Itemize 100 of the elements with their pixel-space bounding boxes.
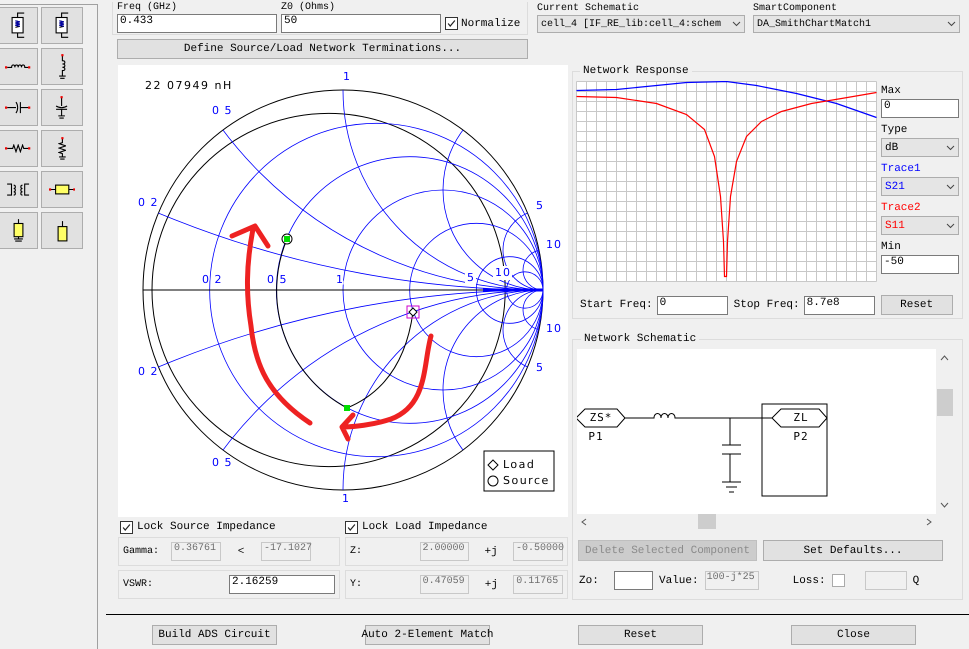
field-label: Type — [881, 124, 908, 136]
field-label: Trace1 — [881, 163, 922, 175]
component-button[interactable] — [0, 89, 38, 126]
scroll-up-icon[interactable] — [940, 355, 949, 361]
checkbox[interactable] — [832, 574, 845, 587]
grid-label: 1 — [343, 70, 351, 84]
field-label: Min — [881, 241, 902, 253]
load-port-symbol[interactable] — [771, 408, 828, 428]
grid-label: 5 — [536, 199, 544, 212]
transmission-line-icon — [48, 184, 76, 195]
component-button[interactable] — [41, 7, 83, 44]
inductor-icon — [58, 53, 66, 80]
input-field[interactable] — [614, 571, 653, 590]
field-label: Freq (GHz) — [117, 2, 178, 14]
shunt-capacitor-drawing[interactable] — [722, 418, 742, 492]
input-field[interactable]: 0.433 — [117, 14, 277, 33]
stub-icon — [56, 220, 68, 242]
scroll-down-icon[interactable] — [940, 502, 949, 508]
field-label: Max — [881, 85, 902, 97]
grid-label: 5 — [536, 361, 544, 374]
input-field[interactable]: 8.7e8 — [804, 296, 875, 314]
dialog-button[interactable]: Build ADS Circuit — [152, 625, 277, 645]
component-button[interactable] — [41, 48, 83, 85]
field-label: SmartComponent — [753, 3, 838, 15]
grid-label: 10 — [546, 322, 562, 336]
two-port-icon — [54, 12, 70, 39]
set-defaults-button[interactable]: Set Defaults... — [763, 540, 943, 561]
imaginary-unit: +j — [484, 578, 499, 590]
field-label: Current Schematic — [537, 3, 640, 15]
load-marker[interactable] — [406, 306, 420, 318]
caret-icon — [732, 21, 741, 27]
inductor-icon — [4, 62, 32, 70]
input-field[interactable]: 2.16259 — [229, 575, 335, 594]
grid-label: 10 — [546, 238, 562, 252]
scroll-left-icon[interactable] — [581, 518, 588, 526]
stub-icon — [12, 218, 24, 243]
two-port-icon — [10, 12, 26, 39]
scrollbar-thumb[interactable] — [698, 514, 716, 529]
load-block[interactable] — [762, 404, 828, 496]
scrollbar-thumb[interactable] — [936, 389, 952, 416]
input-field[interactable]: 0 — [656, 296, 728, 314]
checkbox[interactable] — [445, 17, 458, 30]
component-button[interactable] — [41, 171, 83, 208]
transformer-icon — [6, 182, 30, 196]
caret-icon — [946, 184, 955, 190]
field-label: Q — [912, 574, 920, 586]
inductor-wire[interactable] — [624, 413, 772, 418]
dialog-button[interactable]: Reset — [578, 625, 703, 645]
dropdown[interactable]: S21 — [881, 177, 959, 196]
field-label: Loss: — [792, 574, 826, 586]
grid-label: 1 — [342, 492, 350, 506]
group-title: Network Schematic — [583, 333, 698, 345]
component-button[interactable] — [41, 89, 83, 126]
legend-label: Source — [503, 474, 550, 488]
component-button[interactable] — [0, 130, 38, 167]
caret-icon — [947, 21, 956, 27]
input-field[interactable]: 0 — [881, 99, 959, 118]
input-field[interactable]: 50 — [281, 14, 441, 33]
field-label: Z0 (Ohms) — [281, 2, 336, 14]
source-port-symbol[interactable] — [577, 408, 626, 428]
component-button[interactable] — [0, 48, 38, 85]
source-marker[interactable] — [282, 234, 292, 244]
caret-icon — [946, 144, 955, 150]
field-label: Gamma: — [123, 546, 160, 557]
dropdown[interactable]: DA_SmithChartMatch1 — [753, 15, 960, 33]
checkbox-label: Lock Source Impedance — [137, 521, 276, 533]
match-point-marker — [344, 405, 350, 411]
component-button[interactable] — [0, 171, 38, 208]
capacitor-icon — [55, 95, 69, 120]
grid-label: 0 2 — [138, 196, 158, 210]
component-button[interactable] — [0, 212, 38, 249]
field-label: Start Freq: — [580, 299, 653, 311]
imaginary-unit: +j — [484, 546, 499, 558]
reset-button[interactable]: Reset — [880, 295, 953, 315]
dropdown[interactable]: dB — [881, 138, 959, 157]
grid-label: 0 2 — [202, 273, 222, 286]
input-field[interactable]: -50 — [881, 255, 959, 274]
dialog-button[interactable]: Close — [791, 625, 916, 645]
grid-label: 0 2 — [138, 365, 158, 378]
checkbox-label: Lock Load Impedance — [362, 521, 488, 533]
checkbox[interactable] — [345, 520, 358, 534]
field-label: Y: — [350, 579, 364, 590]
caret-icon — [946, 222, 955, 228]
port-name: P1 — [588, 430, 604, 444]
field-label: Stop Freq: — [734, 299, 800, 311]
component-button[interactable] — [0, 7, 38, 44]
scroll-right-icon[interactable] — [925, 518, 932, 526]
port-label: ZL — [793, 411, 809, 424]
port-label: ZS* — [590, 411, 612, 424]
component-button[interactable] — [41, 130, 83, 167]
input-field[interactable]: 100-j*25 — [704, 571, 759, 590]
checkbox[interactable] — [120, 520, 133, 534]
group-title: Network Response — [582, 65, 690, 77]
field-label: Zo: — [579, 574, 600, 586]
input-field[interactable] — [864, 571, 907, 590]
field-label: Z: — [350, 546, 364, 557]
grid-label: 0 5 — [212, 456, 232, 470]
define-terminations-button[interactable]: Define Source/Load Network Terminations... — [117, 39, 528, 59]
dropdown[interactable]: cell_4 [IF_RE_lib:cell_4:schem — [537, 15, 745, 33]
component-button[interactable] — [41, 212, 83, 249]
